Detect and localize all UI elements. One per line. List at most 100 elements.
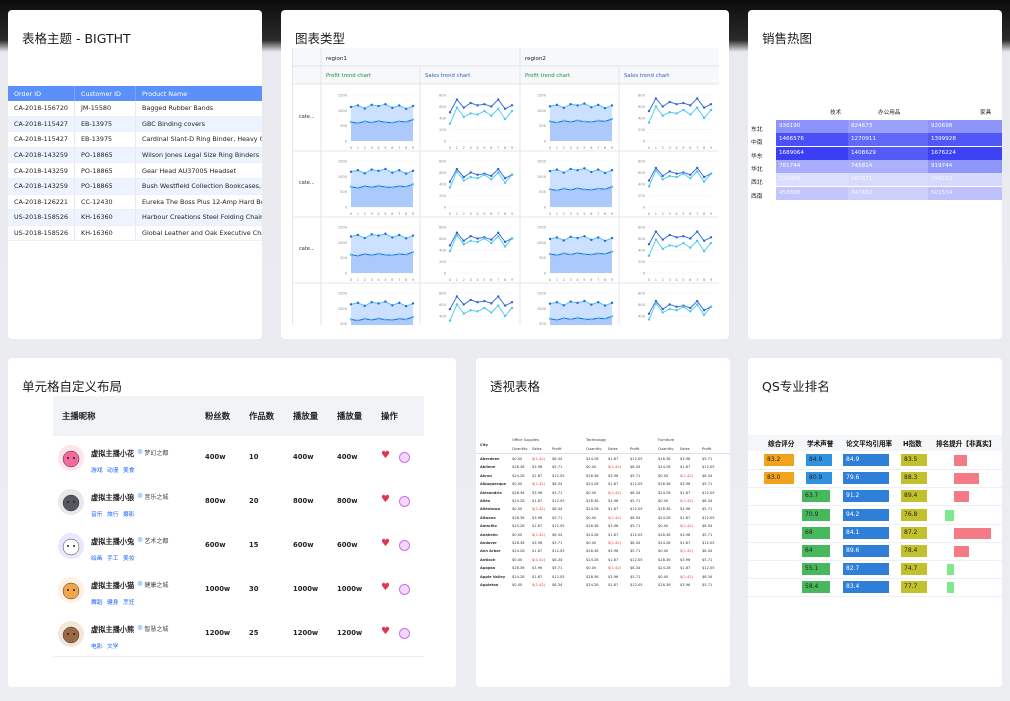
pivot-cell: $(1.42) [608, 515, 622, 520]
heart-icon[interactable]: ♥ [381, 494, 390, 505]
data-point [668, 174, 671, 178]
score-bar: 83.0 [764, 472, 794, 485]
heatmap-cell[interactable]: 267871 [848, 173, 928, 187]
card-custom-layout[interactable]: 单元格自定义布局 主播昵称 粉丝数 作品数 播放量 播放量 操作 虚拟主播小花 ◎ 梦幻之都游… [8, 358, 456, 687]
streamer-tag[interactable]: 动漫 [107, 465, 119, 474]
citation-bar: 89.6 [843, 545, 889, 557]
heatmap-row-label: 西南 [751, 193, 763, 200]
heatmap-cell[interactable]: 920698 [928, 120, 1002, 133]
streamer-tag[interactable]: 美食 [123, 465, 135, 474]
data-point [462, 312, 465, 315]
message-icon[interactable] [399, 496, 410, 507]
message-icon[interactable] [399, 540, 410, 551]
table-row[interactable]: US-2018-158526 KH-16360 Global Leather and… [8, 225, 262, 242]
table-row[interactable]: 68 84.1 87.2 [748, 524, 1002, 543]
streamer-tag[interactable]: 手工 [107, 553, 119, 562]
heatmap-cell[interactable]: 1676224 [928, 146, 1002, 160]
card-sales-heatmap[interactable]: 销售热图 技术 办公用品 家具 东北 936190 824673 920698 中南 14665… [748, 10, 1002, 339]
data-point [562, 304, 565, 307]
table-row[interactable]: CA-2018-115427 EB-13975 GBC Binding covers [8, 116, 262, 133]
table-row[interactable]: 虚拟主播小猫 ◎ 健康之城 舞蹈 健身 烹饪 1000w 30 1000w 1000w ♥ [53, 568, 424, 613]
card-table-theme[interactable]: 表格主题 - BIGTHT Order ID Customer ID Product… [8, 10, 262, 339]
table-row[interactable]: US-2018-158526 KH-16360 Harbour Creations … [8, 209, 262, 226]
streamer-tag[interactable]: 音乐 [91, 509, 103, 518]
streamer-tag[interactable]: 旅行 [107, 509, 119, 518]
table-row[interactable]: CA-2018-115427 EB-13975 Cardinal Slant-D R… [8, 131, 262, 148]
heatmap-cell[interactable]: 1466576 [776, 133, 848, 147]
data-point [675, 175, 678, 179]
pivot-cell: $12.05 [702, 541, 715, 545]
avatar-eye [73, 633, 75, 635]
streamer-tag[interactable]: 绘画 [91, 553, 103, 562]
data-point [548, 169, 552, 173]
heatmap-cell[interactable]: 936190 [776, 120, 848, 133]
streamer-tag[interactable]: 电影 [91, 641, 103, 650]
heart-icon[interactable]: ♥ [381, 450, 390, 461]
x-tick: 2 [662, 146, 664, 150]
table-row[interactable]: CA-2018-156720 JM-15580 Bagged Rubber Band… [8, 101, 262, 117]
streamer-tag[interactable]: 摄影 [123, 509, 135, 518]
y-tick: 200 [439, 194, 447, 198]
x-tick: 0 [648, 146, 651, 150]
table-row[interactable]: 63.7 91.2 89.4 [748, 487, 1002, 507]
table-row[interactable]: 虚拟主播小兔 ◎ 艺术之都 绘画 手工 美妆 600w 15 600w 600w ♥ [53, 524, 424, 569]
table-row[interactable]: 55.1 82.7 74.7 [748, 560, 1002, 580]
heatmap-cell[interactable]: 296212 [928, 173, 1002, 187]
table-row[interactable]: 83.2 84.9 84.9 83.5 [748, 451, 1002, 470]
heatmap-cell[interactable]: 919744 [928, 159, 1002, 173]
heatmap-cell[interactable]: 781744 [776, 159, 848, 173]
data-point [647, 243, 651, 246]
message-icon[interactable] [399, 628, 410, 639]
heart-icon[interactable]: ♥ [381, 626, 390, 637]
x-tick: 2 [463, 212, 465, 216]
card-qs-ranking[interactable]: QS专业排名 综合评分 学术声誉 论文平均引用率 H指数 排名提升【非真实】 83.2 84… [748, 358, 1002, 687]
data-point [370, 168, 373, 171]
streamer-tag[interactable]: 美妆 [123, 553, 135, 562]
pivot-cell: $0.00 [658, 574, 669, 579]
heatmap-cell[interactable]: 1270911 [848, 133, 928, 147]
table-row[interactable]: CA-2018-143259 PO-18865 Bush Westfield Col… [8, 178, 262, 195]
table-row[interactable]: CA-2018-143259 PO-18865 Gear Head AU3700S … [8, 162, 262, 179]
heatmap-cell[interactable]: 453898 [776, 186, 848, 200]
heatmap-cell[interactable]: 501534 [928, 186, 1002, 200]
heatmap-cell[interactable]: 347692 [848, 186, 928, 200]
data-point [448, 307, 452, 311]
heatmap-cell[interactable]: 824673 [848, 120, 928, 133]
table-row[interactable]: 虚拟主播小熊 ◎ 智慧之城 电影 文学 1200w 25 1200w 1200w ♥ [53, 612, 424, 657]
streamer-tag[interactable]: 文学 [107, 641, 119, 650]
streamer-tag[interactable]: 健身 [107, 597, 119, 606]
pivot-cell: $8.34 [630, 490, 641, 495]
data-point [448, 249, 452, 253]
heatmap-cell[interactable]: 1689064 [776, 146, 848, 160]
table-row[interactable]: 58.4 83.4 77.7 [748, 578, 1002, 598]
table-row[interactable]: 虚拟主播小狼 ◎ 音乐之城 音乐 旅行 摄影 800w 20 800w 800w ♥ [53, 480, 424, 525]
table-row[interactable]: 83.0 80.9 79.6 88.3 [748, 469, 1002, 489]
streamer-tag[interactable]: 舞蹈 [91, 597, 103, 606]
table-row[interactable]: 虚拟主播小花 ◎ 梦幻之都 游戏 动漫 美食 400w 10 400w 400w ♥ [53, 436, 424, 481]
heart-icon[interactable]: ♥ [381, 582, 390, 593]
message-icon[interactable] [399, 584, 410, 595]
table-row[interactable]: 70.9 94.2 76.8 [748, 506, 1002, 525]
x-tick: 7 [497, 146, 499, 150]
card-pivot-table[interactable]: 透视表格 Office Supplies Technology Furniture C… [476, 358, 730, 687]
card-chart-types[interactable]: 图表类型 region1 region2 Profit trend chart Sal… [281, 10, 729, 339]
pivot-cell: $24.28 [512, 574, 525, 579]
table-row[interactable]: 64 89.6 78.4 [748, 542, 1002, 561]
metric-value: 1000w [293, 585, 319, 593]
table-row[interactable]: CA-2018-143259 PO-18865 Wilson Jones Legal… [8, 147, 262, 164]
heatmap-cell[interactable]: 1408629 [848, 146, 928, 160]
streamer-tag[interactable]: 游戏 [91, 465, 103, 474]
heart-icon[interactable]: ♥ [381, 538, 390, 549]
pivot-cell: $28.36 [586, 524, 599, 529]
message-icon[interactable] [399, 452, 410, 463]
data-point [603, 188, 607, 191]
heatmap-cell[interactable]: 745814 [848, 159, 928, 173]
rabbit-avatar [58, 533, 84, 559]
data-point [569, 318, 572, 321]
heatmap-cell[interactable]: 230958 [776, 173, 848, 187]
x-tick: 9 [412, 212, 415, 216]
heatmap-cell[interactable]: 1399928 [928, 133, 1002, 147]
streamer-tag[interactable]: 烹饪 [123, 597, 135, 606]
x-tick: 2 [662, 212, 664, 216]
table-row[interactable]: CA-2018-126221 CC-12430 Eureka The Boss Pl… [8, 194, 262, 211]
